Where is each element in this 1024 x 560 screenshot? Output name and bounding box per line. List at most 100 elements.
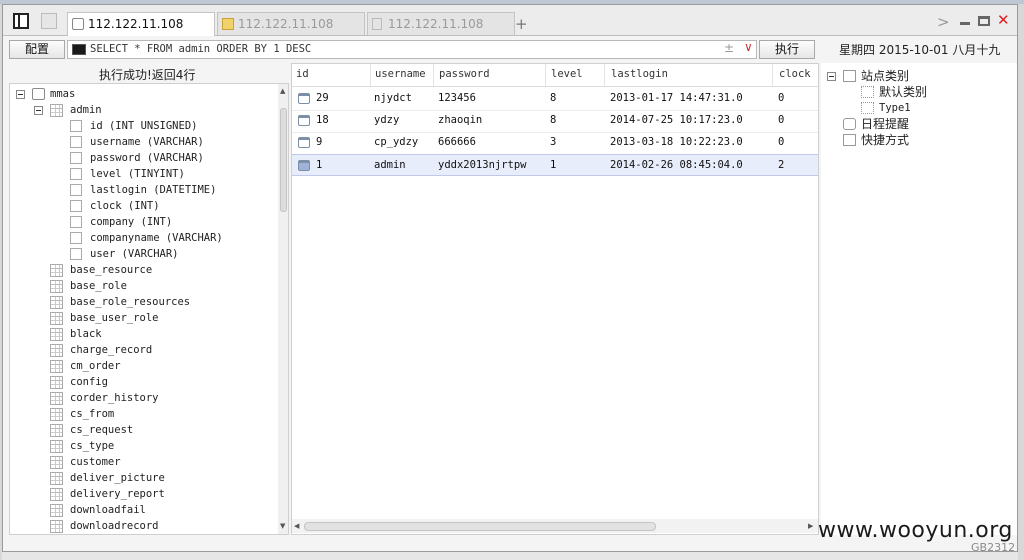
tree-node-table[interactable]: cs_request [10,422,270,438]
tree-node-table[interactable]: cs_type [10,438,270,454]
cell-username[interactable]: njydct [374,92,412,104]
cell-password[interactable]: zhaoqin [438,114,482,126]
config-button[interactable]: 配置 [9,40,65,59]
cell-clock[interactable]: 2 [778,159,784,171]
cell-lastlogin[interactable]: 2013-01-17 14:47:31.0 [610,92,743,104]
cell-level[interactable]: 8 [550,114,556,126]
collapse-icon[interactable] [34,106,43,115]
tree-node-table[interactable]: corder_history [10,390,270,406]
sql-query-input[interactable]: SELECT * FROM admin ORDER BY 1 DESC ± ∨ [67,40,757,59]
tree-node-site-category[interactable]: 站点类别 [821,68,1011,84]
tree-node-table[interactable]: downloadrecord [10,518,270,534]
cell-password[interactable]: 123456 [438,92,476,104]
tab-server-2[interactable]: 112.122.11.108 [217,12,365,35]
table-row[interactable]: 9 cp_ydzy 666666 3 2013-03-18 10:22:23.0 0 [292,132,818,155]
tree-node-column[interactable]: user (VARCHAR) [10,246,270,262]
cell-level[interactable]: 1 [550,159,556,171]
table-row[interactable]: 1 admin yddx2013njrtpw 1 2014-02-26 08:45:04… [292,154,818,176]
tree-node-table[interactable]: customer [10,454,270,470]
tree-node-table[interactable]: delivery_report [10,486,270,502]
tree-node-column[interactable]: lastlogin (DATETIME) [10,182,270,198]
tree-node-table[interactable]: cs_from [10,406,270,422]
column-header-password[interactable]: password [439,68,490,80]
collapse-icon[interactable] [827,72,836,81]
scroll-up-icon[interactable]: ▲ [280,87,285,95]
tree-node-column[interactable]: username (VARCHAR) [10,134,270,150]
scroll-down-icon[interactable]: ▼ [280,522,285,530]
tree-node-table[interactable]: cm_order [10,358,270,374]
grid-horizontal-scrollbar[interactable]: ◀ ▶ [292,519,818,533]
tree-node-column[interactable]: password (VARCHAR) [10,150,270,166]
cell-level[interactable]: 3 [550,136,556,148]
grid-view-icon[interactable] [41,13,57,29]
tree-node-table[interactable]: config [10,374,270,390]
tree-node-table[interactable]: base_role_resources [10,294,270,310]
cell-clock[interactable]: 0 [778,114,784,126]
cell-lastlogin[interactable]: 2014-07-25 10:17:23.0 [610,114,743,126]
tree-scrollbar[interactable]: ▲ ▼ [278,84,288,534]
cell-id[interactable]: 29 [316,92,329,104]
tree-label: delivery_report [70,488,165,500]
plus-minus-icon[interactable]: ± [724,41,734,55]
tree-node-table-admin[interactable]: admin [10,102,270,118]
status-message: 执行成功!返回4行 [99,68,196,82]
tree-node-table[interactable]: deliver_picture [10,470,270,486]
column-divider[interactable] [604,64,605,86]
cell-username[interactable]: cp_ydzy [374,136,418,148]
scroll-right-icon[interactable]: ▶ [808,522,813,530]
column-divider[interactable] [370,64,371,86]
tree-node-table[interactable]: downloadfail [10,502,270,518]
tab-server-3[interactable]: 112.122.11.108 [367,12,515,35]
tree-node-shortcut[interactable]: 快捷方式 [821,132,1011,148]
panel-toggle-icon[interactable] [13,13,29,29]
cell-id[interactable]: 18 [316,114,329,126]
cell-clock[interactable]: 0 [778,92,784,104]
column-header-id[interactable]: id [296,68,309,80]
tree-node-column[interactable]: clock (INT) [10,198,270,214]
tree-node-column[interactable]: level (TINYINT) [10,166,270,182]
cell-level[interactable]: 8 [550,92,556,104]
tree-node-type1[interactable]: Type1 [821,100,1011,116]
column-header-username[interactable]: username [375,68,426,80]
cell-username[interactable]: ydzy [374,114,399,126]
tree-node-database[interactable]: mmas [10,86,270,102]
chevron-down-icon[interactable]: ∨ [744,40,753,54]
tree-node-table[interactable]: base_role [10,278,270,294]
cell-id[interactable]: 1 [316,159,322,171]
tree-node-table[interactable]: black [10,326,270,342]
column-divider[interactable] [433,64,434,86]
scrollbar-thumb[interactable] [280,108,287,212]
table-row[interactable]: 18 ydzy zhaoqin 8 2014-07-25 10:17:23.0 0 [292,110,818,133]
cell-lastlogin[interactable]: 2014-02-26 08:45:04.0 [610,159,743,171]
add-tab-icon[interactable]: + [515,15,528,33]
execute-button[interactable]: 执行 [759,40,815,59]
minimize-icon[interactable] [959,15,971,25]
chevron-right-icon[interactable]: > [937,13,950,31]
tree-node-table[interactable]: base_user_role [10,310,270,326]
collapse-icon[interactable] [16,90,25,99]
cell-lastlogin[interactable]: 2013-03-18 10:22:23.0 [610,136,743,148]
scroll-left-icon[interactable]: ◀ [294,522,299,530]
column-header-lastlogin[interactable]: lastlogin [611,68,668,80]
tree-node-default-category[interactable]: 默认类别 [821,84,1011,100]
maximize-icon[interactable] [978,16,990,26]
tree-node-column[interactable]: company (INT) [10,214,270,230]
tree-node-table[interactable]: base_resource [10,262,270,278]
scrollbar-thumb[interactable] [304,522,656,531]
close-icon[interactable]: ✕ [997,11,1010,29]
column-divider[interactable] [772,64,773,86]
tree-node-schedule[interactable]: 日程提醒 [821,116,1011,132]
tab-server-1[interactable]: 112.122.11.108 [67,12,215,36]
table-row[interactable]: 29 njydct 123456 8 2013-01-17 14:47:31.0 0 [292,88,818,111]
column-header-level[interactable]: level [551,68,583,80]
tree-node-column[interactable]: companyname (VARCHAR) [10,230,270,246]
cell-password[interactable]: 666666 [438,136,476,148]
cell-username[interactable]: admin [374,159,406,171]
column-divider[interactable] [545,64,546,86]
cell-id[interactable]: 9 [316,136,322,148]
tree-node-table[interactable]: charge_record [10,342,270,358]
cell-clock[interactable]: 0 [778,136,784,148]
cell-password[interactable]: yddx2013njrtpw [438,159,527,171]
column-header-clock[interactable]: clock [779,68,811,80]
tree-node-column[interactable]: id (INT UNSIGNED) [10,118,270,134]
